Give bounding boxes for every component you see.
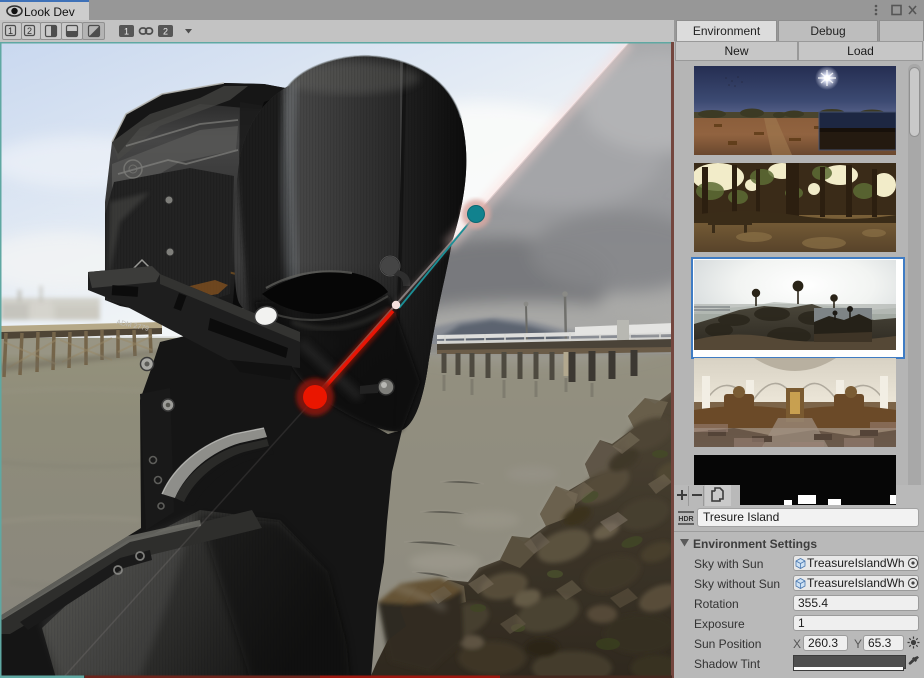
svg-text:1: 1 (124, 26, 129, 36)
svg-text:HDR: HDR (678, 516, 693, 523)
svg-text:2: 2 (27, 26, 32, 36)
svg-text:2: 2 (163, 26, 168, 36)
svg-text:1: 1 (8, 26, 13, 36)
